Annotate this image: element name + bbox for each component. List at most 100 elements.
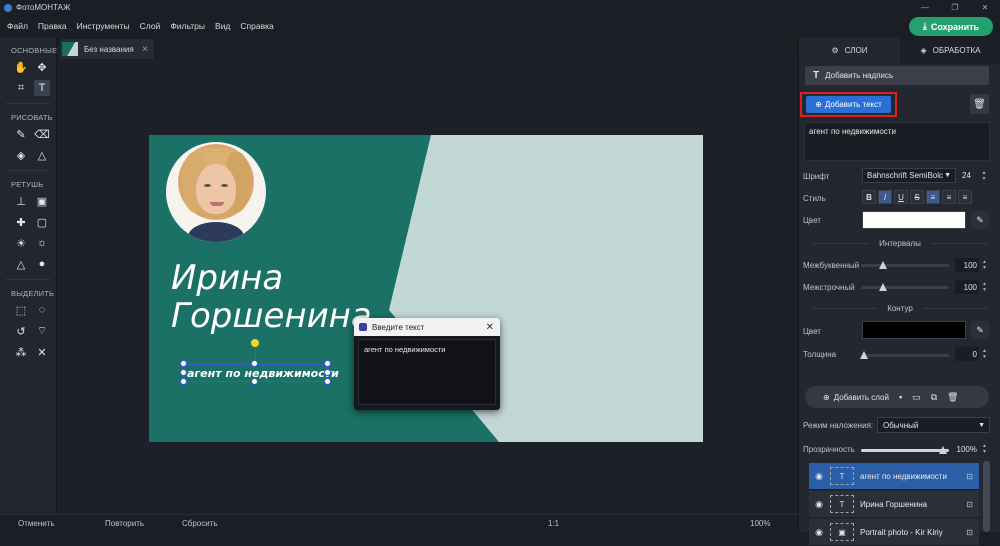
layers-scrollbar[interactable] <box>983 461 990 532</box>
slider-knob[interactable] <box>860 351 868 359</box>
outline-eyedropper-icon[interactable]: ✎ <box>971 321 989 339</box>
resize-handle[interactable] <box>251 378 258 385</box>
resize-handle[interactable] <box>180 360 187 367</box>
opacity-slider[interactable] <box>861 446 949 454</box>
rotate-handle[interactable] <box>251 339 259 347</box>
lock-icon[interactable]: ⊡ <box>966 528 973 537</box>
add-layer-button[interactable]: ⊕ Добавить слой <box>823 393 889 402</box>
text-color-swatch[interactable] <box>862 211 966 229</box>
letter-spacing-slider[interactable] <box>861 261 949 269</box>
zoom-value[interactable]: 100% <box>750 519 770 528</box>
font-size-stepper[interactable]: ▲ ▼ <box>979 168 989 183</box>
menu-edit[interactable]: Правка <box>38 21 67 31</box>
lasso-icon[interactable]: ↺ <box>13 323 29 339</box>
align-left-button[interactable]: ≡ <box>926 190 940 204</box>
menu-layer[interactable]: Слой <box>140 21 161 31</box>
blend-mode-select[interactable]: Обычный ▼ <box>877 417 990 433</box>
eyedropper-icon[interactable]: ✎ <box>971 211 989 229</box>
menu-filters[interactable]: Фильтры <box>170 21 205 31</box>
rect-select-icon[interactable]: ⬚ <box>13 302 29 318</box>
slider-knob[interactable] <box>879 261 887 269</box>
polygon-lasso-icon[interactable]: ⌔ <box>34 323 50 339</box>
fill-tool-icon[interactable]: ◈ <box>13 147 29 163</box>
mask-icon[interactable]: ▪ <box>899 392 902 402</box>
blur-tool-icon[interactable]: ● <box>34 256 50 272</box>
duplicate-icon[interactable]: ⧉ <box>931 392 937 403</box>
select-tools-icon[interactable]: ✕ <box>34 344 50 360</box>
close-window-icon[interactable]: ✕ <box>970 0 1000 15</box>
resize-handle[interactable] <box>324 360 331 367</box>
minimize-icon[interactable]: — <box>910 0 940 15</box>
close-tab-icon[interactable]: × <box>142 44 148 55</box>
resize-handle[interactable] <box>180 378 187 385</box>
text-tool-icon[interactable]: T <box>34 80 50 96</box>
strikethrough-button[interactable]: S <box>910 190 924 204</box>
thickness-stepper[interactable]: ▲ ▼ <box>980 347 989 361</box>
lock-icon[interactable]: ⊡ <box>966 472 973 481</box>
outline-color-swatch[interactable] <box>862 321 966 339</box>
move-tool-icon[interactable]: ✥ <box>34 59 50 75</box>
thickness-value[interactable]: 0 <box>955 347 979 361</box>
italic-button[interactable]: I <box>878 190 892 204</box>
delete-text-button[interactable]: 🗑 <box>970 94 989 114</box>
ellipse-select-icon[interactable]: ◌ <box>34 302 50 318</box>
eraser-tool-icon[interactable]: ⌫ <box>34 126 50 142</box>
tab-processing[interactable]: ◈ ОБРАБОТКА <box>900 37 1000 64</box>
tab-layers[interactable]: ⚙ СЛОИ <box>799 37 900 64</box>
redo-button[interactable]: Повторить <box>105 519 144 528</box>
name-line2-text[interactable]: Горшенина <box>171 296 372 336</box>
line-spacing-value[interactable]: 100 <box>955 280 979 294</box>
eye-icon[interactable]: ◉ <box>812 527 826 538</box>
delete-layer-icon[interactable]: 🗑 <box>947 392 958 403</box>
underline-button[interactable]: U <box>894 190 908 204</box>
shapes-tool-icon[interactable]: △ <box>34 147 50 163</box>
resize-handle[interactable] <box>180 369 187 376</box>
stamp-tool-icon[interactable]: ⊥ <box>13 193 29 209</box>
reset-button[interactable]: Сбросить <box>182 519 218 528</box>
bold-button[interactable]: B <box>862 190 876 204</box>
line-spacing-stepper[interactable]: ▲ ▼ <box>980 280 989 294</box>
ratio-button[interactable]: 1:1 <box>548 519 559 528</box>
align-right-button[interactable]: ≡ <box>958 190 972 204</box>
font-size-field[interactable]: 24 <box>962 168 978 183</box>
text-content-field[interactable]: агент по недвижимости <box>804 122 990 161</box>
crop-tool-icon[interactable]: ⌗ <box>13 80 29 96</box>
menu-help[interactable]: Справка <box>240 21 273 31</box>
slider-knob[interactable] <box>879 283 887 291</box>
name-line1-text[interactable]: Ирина <box>171 258 283 298</box>
add-text-button[interactable]: ⊕ Добавить текст <box>806 96 891 113</box>
add-caption-button[interactable]: T Добавить надпись <box>805 66 989 85</box>
maximize-icon[interactable]: ❐ <box>940 0 970 15</box>
resize-handle[interactable] <box>324 369 331 376</box>
resize-handle[interactable] <box>251 360 258 367</box>
portrait-photo[interactable] <box>166 142 266 242</box>
align-center-button[interactable]: ≡ <box>942 190 956 204</box>
layer-item[interactable]: ◉ T Ирина Горшенина ⊡ <box>809 491 979 518</box>
magic-wand-icon[interactable]: ⁂ <box>13 344 29 360</box>
eye-icon[interactable]: ◉ <box>812 471 826 482</box>
save-button[interactable]: ⤓ Сохранить <box>909 17 993 36</box>
layer-item[interactable]: ◉ T агент по недвижимости ⊡ <box>809 463 979 490</box>
dodge-tool-icon[interactable]: ☀ <box>13 235 29 251</box>
line-spacing-slider[interactable] <box>861 283 949 291</box>
menu-file[interactable]: Файл <box>7 21 28 31</box>
lock-icon[interactable]: ⊡ <box>966 500 973 509</box>
layer-item[interactable]: ◉ ▣ Portrait photo - Kir Kiriy ⊡ <box>809 519 979 546</box>
menu-tools[interactable]: Инструменты <box>77 21 130 31</box>
folder-icon[interactable]: ▭ <box>912 392 921 403</box>
portrait-tool-icon[interactable]: ▣ <box>34 193 50 209</box>
resize-handle[interactable] <box>324 378 331 385</box>
letter-spacing-value[interactable]: 100 <box>955 258 979 272</box>
brush-tool-icon[interactable]: ✎ <box>13 126 29 142</box>
dialog-close-icon[interactable]: ✕ <box>486 322 494 333</box>
dialog-text-input[interactable]: агент по недвижимости <box>358 339 496 405</box>
eye-icon[interactable]: ◉ <box>812 499 826 510</box>
font-select[interactable]: Bahnschrift SemiBolc ▼ <box>862 168 956 183</box>
hand-tool-icon[interactable]: ✋ <box>13 59 29 75</box>
thickness-slider[interactable] <box>860 351 949 359</box>
patch-tool-icon[interactable]: ▢ <box>34 214 50 230</box>
opacity-stepper[interactable]: ▲ ▼ <box>980 442 989 456</box>
healing-tool-icon[interactable]: ✚ <box>13 214 29 230</box>
letter-spacing-stepper[interactable]: ▲ ▼ <box>980 258 989 272</box>
undo-button[interactable]: Отменить <box>18 519 55 528</box>
